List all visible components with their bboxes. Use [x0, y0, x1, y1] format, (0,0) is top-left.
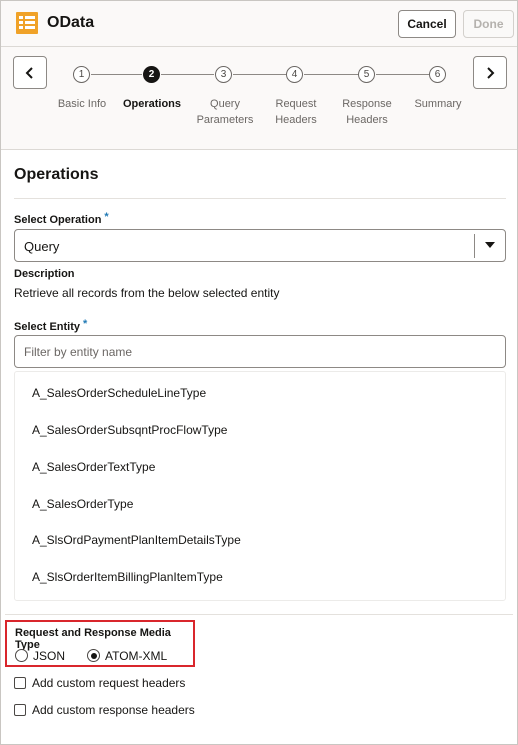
previous-step-button[interactable]	[13, 56, 47, 89]
step-connector	[161, 74, 214, 75]
cancel-button[interactable]: Cancel	[398, 10, 456, 38]
step-connector	[304, 74, 358, 75]
done-button[interactable]: Done	[463, 10, 514, 38]
app-title: OData	[47, 14, 95, 31]
entity-list-item[interactable]: A_SalesOrderTextType	[32, 460, 155, 474]
entity-list[interactable]: A_SalesOrderScheduleLineType A_SalesOrde…	[14, 371, 506, 601]
step-connector	[91, 74, 142, 75]
step-2-indicator[interactable]: 2	[143, 66, 160, 83]
step-5-indicator[interactable]: 5	[358, 66, 375, 83]
step-4-label[interactable]: Request Headers	[255, 96, 337, 128]
custom-request-headers-label[interactable]: Add custom request headers	[32, 676, 185, 690]
step-6-indicator[interactable]: 6	[429, 66, 446, 83]
odata-wizard: OData Cancel Done 1 2 3 4 5 6 Basic Info…	[0, 0, 518, 745]
entity-list-item[interactable]: A_SalesOrderSubsqntProcFlowType	[32, 423, 227, 437]
json-radio-label[interactable]: JSON	[33, 649, 65, 663]
header: OData Cancel Done	[1, 1, 517, 47]
required-indicator: *	[104, 211, 109, 223]
step-6-label[interactable]: Summary	[398, 96, 478, 112]
step-3-indicator[interactable]: 3	[215, 66, 232, 83]
step-connector	[233, 74, 286, 75]
media-type-label: Request and Response Media Type	[15, 627, 171, 651]
select-operation-label: Select Operation *	[14, 211, 109, 226]
media-type-group: Request and Response Media Type JSON ATO…	[5, 620, 195, 667]
entity-list-item[interactable]: A_SlsOrdPaymentPlanItemDetailsType	[32, 533, 241, 547]
section-title: Operations	[14, 166, 99, 183]
table-icon	[16, 12, 38, 34]
next-step-button[interactable]	[473, 56, 507, 89]
divider	[5, 614, 513, 615]
wizard-stepper: 1 2 3 4 5 6 Basic Info Operations Query …	[1, 47, 517, 150]
operation-select-value: Query	[24, 239, 60, 254]
custom-response-headers-label[interactable]: Add custom response headers	[32, 703, 195, 717]
select-operation-label-text: Select Operation	[14, 214, 102, 226]
entity-list-item[interactable]: A_SalesOrderType	[32, 497, 133, 511]
atom-xml-radio[interactable]	[87, 649, 100, 662]
step-1-label[interactable]: Basic Info	[42, 96, 122, 112]
step-2-label[interactable]: Operations	[112, 96, 192, 112]
required-indicator: *	[83, 318, 88, 330]
step-5-label[interactable]: Response Headers	[326, 96, 408, 128]
description-label: Description	[14, 268, 75, 280]
atom-xml-radio-label[interactable]: ATOM-XML	[105, 649, 167, 663]
caret-down-icon[interactable]	[485, 242, 495, 248]
json-radio[interactable]	[15, 649, 28, 662]
chevron-right-icon	[487, 66, 495, 79]
divider	[14, 198, 506, 199]
operation-select[interactable]: Query	[14, 229, 506, 262]
step-4-indicator[interactable]: 4	[286, 66, 303, 83]
entity-filter-input[interactable]	[14, 335, 506, 368]
step-1-indicator[interactable]: 1	[73, 66, 90, 83]
entity-list-item[interactable]: A_SalesOrderScheduleLineType	[32, 386, 206, 400]
custom-request-headers-checkbox[interactable]	[14, 677, 26, 689]
entity-list-item[interactable]: A_SlsOrderItemBillingPlanItemType	[32, 570, 223, 584]
step-connector	[376, 74, 429, 75]
custom-response-headers-checkbox[interactable]	[14, 704, 26, 716]
select-separator	[474, 234, 475, 258]
select-entity-label-text: Select Entity	[14, 321, 81, 333]
select-entity-label: Select Entity *	[14, 318, 87, 333]
description-text: Retrieve all records from the below sele…	[14, 286, 280, 300]
chevron-left-icon	[25, 66, 33, 79]
step-3-label[interactable]: Query Parameters	[184, 96, 266, 128]
